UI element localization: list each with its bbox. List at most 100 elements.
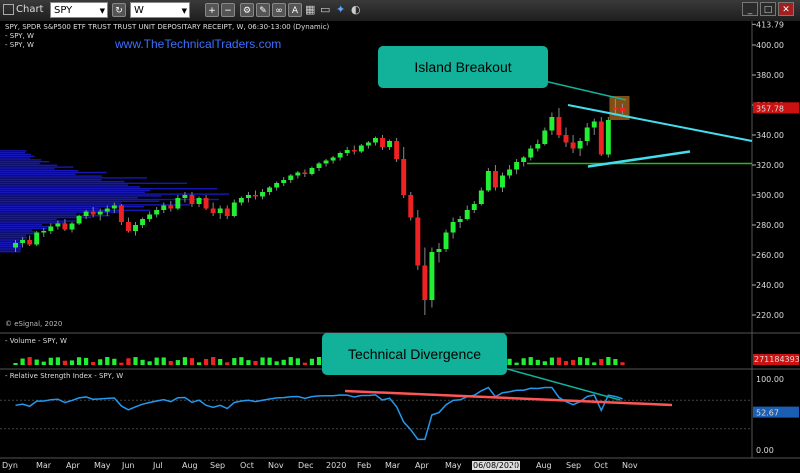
volume-bar [196, 362, 202, 365]
volume-bar [260, 357, 265, 365]
series-label: - SPY, W [5, 41, 34, 49]
candle-body [620, 108, 625, 111]
volume-profile-bar [0, 173, 76, 175]
volume-profile-bar [0, 177, 148, 179]
website-link[interactable]: www.TheTechnicalTraders.com [115, 37, 281, 51]
tile-icon[interactable]: ▦ [305, 2, 315, 18]
minimize-button[interactable]: _ [742, 2, 758, 16]
volume-bar [556, 357, 562, 365]
link-icon: ∞ [275, 6, 283, 16]
volume-profile-bar [0, 240, 23, 242]
volume-profile-bar [0, 171, 107, 174]
candle-body [612, 108, 618, 110]
maximize-button[interactable]: □ [760, 2, 776, 16]
volume-bar [253, 361, 258, 365]
zoom-in-button[interactable]: + [205, 3, 219, 17]
candle-body [514, 162, 520, 170]
volume-bar [147, 361, 152, 365]
candle-body [464, 210, 470, 219]
volume-bar [218, 359, 223, 365]
candle-body [598, 121, 604, 155]
link-button[interactable]: ∞ [272, 3, 286, 17]
text-button[interactable]: A [288, 3, 302, 17]
volume-profile-bar [0, 166, 74, 168]
volume-bar [83, 357, 89, 365]
volume-bar [182, 357, 188, 365]
volume-bar [189, 358, 195, 365]
volume-profile-bar [0, 218, 57, 220]
volume-bar [168, 361, 173, 365]
volume-profile-bar [0, 155, 35, 157]
pencil-icon: ✎ [259, 6, 267, 16]
candle-body [542, 130, 548, 144]
plus-icon: + [208, 6, 216, 16]
candle-body [182, 195, 188, 198]
candle-body [83, 211, 89, 216]
candle-body [471, 204, 477, 210]
candle-body [408, 195, 414, 218]
text-icon: A [291, 6, 299, 16]
volume-bar [239, 357, 244, 365]
candle-body [535, 144, 541, 149]
volume-bar [76, 357, 82, 365]
volume-profile-bar [0, 153, 32, 156]
volume-profile-bar [0, 157, 31, 159]
x-axis-label: May [94, 461, 111, 470]
volume-bar [599, 358, 604, 365]
x-axis-label: Jul [153, 461, 163, 470]
candle-body [570, 142, 576, 149]
volume-profile-bar [0, 182, 188, 184]
candle-body [62, 223, 68, 230]
refresh-button[interactable]: ↻ [112, 3, 126, 17]
globe-icon[interactable]: ◐ [351, 2, 361, 18]
symbol-input[interactable]: SPY ▼ [50, 2, 108, 18]
volume-profile-bar [0, 168, 55, 170]
candle-body [189, 195, 195, 204]
volume-bar [563, 361, 569, 365]
last-price-label: 357.78 [756, 104, 784, 113]
volume-profile-bar [0, 193, 230, 195]
candle-body [140, 219, 146, 225]
close-button[interactable]: ✕ [778, 2, 794, 16]
candle-body [563, 135, 569, 143]
volume-bar [140, 359, 145, 365]
volume-bar [211, 357, 216, 365]
settings-button[interactable]: ⚙ [240, 3, 254, 17]
volume-profile-bar [0, 222, 67, 224]
volume-bar [98, 359, 103, 365]
candle-body [97, 211, 103, 215]
rsi-tick-label: 0.00 [756, 446, 774, 455]
interval-select[interactable]: W ▼ [130, 2, 190, 18]
draw-button[interactable]: ✎ [256, 3, 270, 17]
chart-icon [3, 3, 14, 15]
x-axis-label: Nov [622, 461, 638, 470]
volume-bar [133, 357, 138, 365]
chevron-down-icon: ▼ [181, 7, 187, 15]
candle-body [528, 148, 534, 158]
candle-body [175, 198, 181, 209]
volume-profile-bar [0, 231, 36, 233]
candle-body [521, 157, 527, 162]
price-chart[interactable]: 413.79400.00380.00360.00340.00320.00300.… [0, 21, 800, 473]
volume-profile-bar [0, 170, 79, 172]
candle-body [111, 205, 117, 209]
zoom-out-button[interactable]: − [221, 3, 235, 17]
candle-body [394, 141, 400, 159]
x-axis-label: Aug [182, 461, 198, 470]
volume-bar [161, 357, 166, 365]
volume-profile-bar [0, 229, 33, 231]
candle-body [302, 172, 308, 174]
x-axis-label: Apr [415, 461, 429, 470]
twitter-icon[interactable]: ✦ [336, 2, 345, 18]
candle-body [309, 168, 315, 174]
candle-body [267, 187, 273, 192]
volume-bar [535, 359, 540, 365]
volume-profile-bar [0, 213, 77, 215]
x-axis-label: Sep [566, 461, 582, 470]
volume-profile-bar [0, 249, 22, 251]
volume-bar [316, 357, 322, 365]
volume-bar [27, 357, 32, 365]
candle-body [90, 211, 96, 215]
volume-profile-bar [0, 186, 141, 188]
folder-icon[interactable]: ▭ [320, 2, 330, 18]
